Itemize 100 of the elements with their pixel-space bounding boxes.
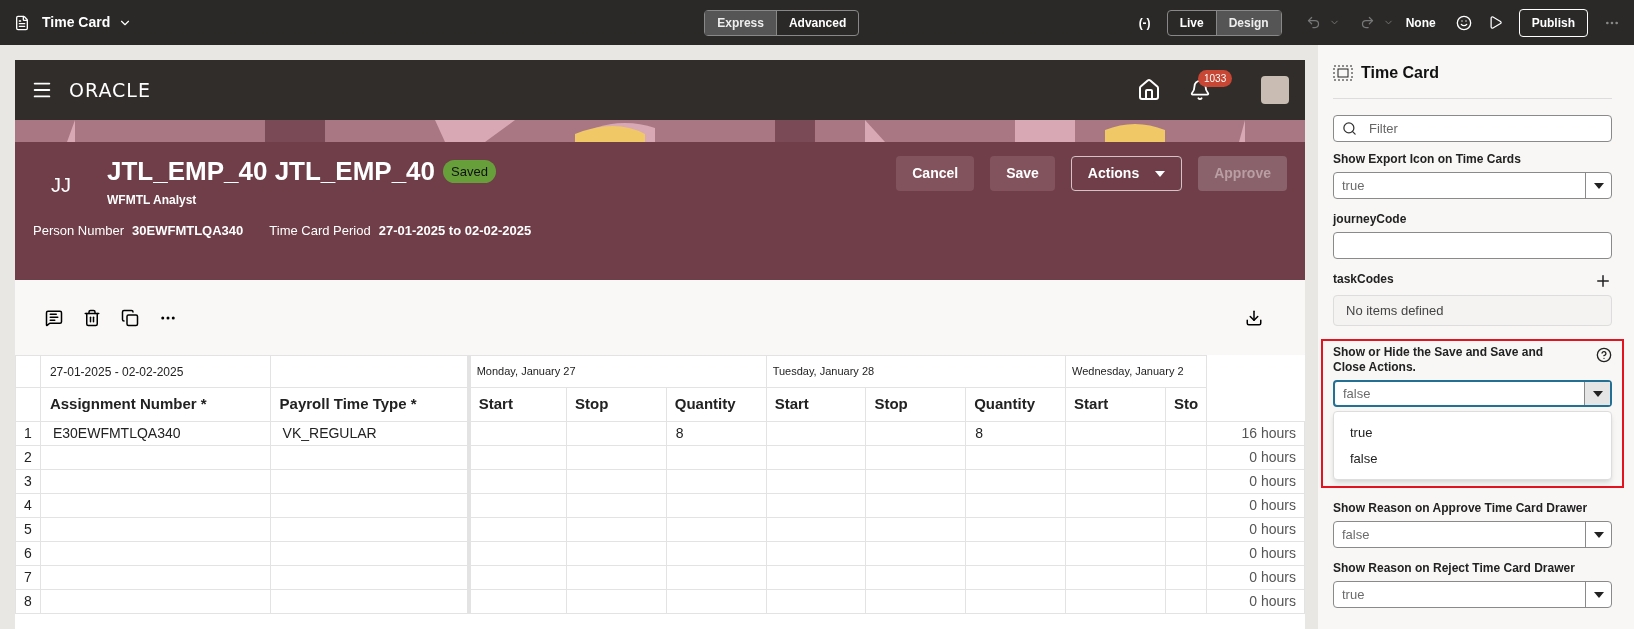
column-header: Payroll Time Type * [270,387,469,422]
employee-initials: JJ [50,173,72,198]
action-button[interactable]: Save [990,156,1055,191]
variables-icon[interactable]: (-) [1138,13,1151,32]
redo-icon[interactable] [1359,15,1375,30]
search-icon [1342,121,1357,136]
table-cell [1165,541,1207,566]
property-label: Show Reason on Approve Time Card Drawer [1333,501,1588,516]
oracle-logo[interactable]: ORACLE [69,75,151,105]
total-cell: 0 hours [1206,469,1305,494]
smiley-icon[interactable] [1455,14,1472,31]
field-label: Time Card Period [269,222,371,240]
panel-title: Time Card [1361,62,1439,83]
caret-icon [1593,531,1604,538]
day-header: Tuesday, January 28 [766,355,1066,388]
filter-input[interactable]: Filter [1369,118,1603,139]
copy-icon[interactable] [121,308,139,327]
total-cell: 0 hours [1206,493,1305,518]
column-header: Stop [865,387,966,422]
select-field[interactable]: false [1333,521,1612,548]
filter-field[interactable]: Filter [1333,115,1612,142]
total-cell: 0 hours [1206,565,1305,590]
row-number: 3 [15,469,41,494]
day-header: Monday, January 27 [468,355,767,388]
dropdown-toggle[interactable] [1584,382,1610,405]
select-field[interactable]: true [1333,581,1612,608]
property-label: Show Reason on Reject Time Card Drawer [1333,561,1575,576]
day-header: Wednesday, January 2 [1065,355,1207,388]
action-button[interactable]: Cancel [896,156,975,191]
view-tab[interactable]: Live [1167,10,1216,35]
download-icon[interactable] [1245,308,1263,327]
row-number: 7 [15,565,41,590]
mode-tab[interactable]: Advanced [775,10,859,35]
row-number: 5 [15,517,41,542]
select-value: true [1341,176,1366,195]
row-number: 6 [15,541,41,566]
table-cell: 8 [965,421,1066,446]
caret-icon [1593,591,1604,598]
publish-button[interactable]: Publish [1518,8,1588,37]
select-value: true [1341,585,1366,604]
column-header: Quantity [666,387,767,422]
table-cell: 8 [666,421,767,446]
total-cell: 0 hours [1206,517,1305,542]
row-number: 8 [15,589,41,614]
table-cell [1165,469,1207,494]
row-number: 4 [15,493,41,518]
total-cell: 0 hours [1206,541,1305,566]
column-header: Quantity [965,387,1066,422]
table-cell: E30EWFMTLQA340 [40,421,271,446]
dropdown-option[interactable]: false [1334,445,1611,471]
delete-icon[interactable] [83,308,101,327]
field-label: Person Number [33,222,125,240]
frame-icon [1333,64,1353,81]
caret-icon [1592,390,1603,397]
dropdown-option[interactable]: true [1334,420,1611,446]
input-field[interactable] [1333,232,1612,259]
employee-name: JTL_EMP_40 JTL_EMP_40 [107,155,436,188]
table-cell [1165,589,1207,614]
table-cell: VK_REGULAR [270,421,469,446]
property-label: Show or Hide the Save and Save and Close Actions. [1333,345,1545,375]
select-field[interactable]: false [1333,380,1612,407]
help-icon[interactable] [1596,347,1612,363]
app-title[interactable]: Time Card [42,12,111,33]
total-cell: 16 hours [1206,421,1305,446]
column-header: Stop [566,387,667,422]
select-value: false [1342,384,1372,403]
status-badge: Saved [443,159,496,184]
column-header: Start [766,387,866,422]
table-cell [1165,517,1207,542]
comment-icon[interactable] [45,308,63,327]
add-icon[interactable] [1594,272,1612,290]
caret-icon [1155,170,1166,177]
property-label: journeyCode [1333,212,1407,227]
field-value: 27-01-2025 to 02-02-2025 [378,222,532,240]
select-field[interactable]: true [1333,172,1612,199]
column-header: Start [1065,387,1166,422]
caret-icon [1593,182,1604,189]
undo-icon[interactable] [1305,15,1321,30]
field-value: 30EWFMTLQA340 [132,222,244,240]
column-header: Assignment Number * [40,387,271,422]
table-cell [1165,493,1207,518]
select-value: false [1341,525,1371,544]
total-cell: 0 hours [1206,445,1305,470]
row-number: 2 [15,445,41,470]
table-cell [1165,565,1207,590]
total-cell: 0 hours [1206,589,1305,614]
row-number: 1 [15,421,41,446]
locale-label[interactable]: None [1405,13,1436,32]
page-icon [14,14,30,31]
column-header: Start [468,387,567,422]
period-header: 27-01-2025 - 02-02-2025 [40,355,271,388]
empty-message: No items defined [1346,301,1444,320]
preview-icon[interactable] [1487,15,1503,30]
property-label: taskCodes [1333,272,1394,287]
notification-badge: 1033 [1198,70,1233,87]
employee-role: WFMTL Analyst [107,192,198,209]
home-icon[interactable] [1137,78,1161,102]
view-tab[interactable]: Design [1215,10,1281,35]
mode-tab[interactable]: Express [705,10,776,35]
action-button[interactable]: Actions [1070,156,1183,191]
